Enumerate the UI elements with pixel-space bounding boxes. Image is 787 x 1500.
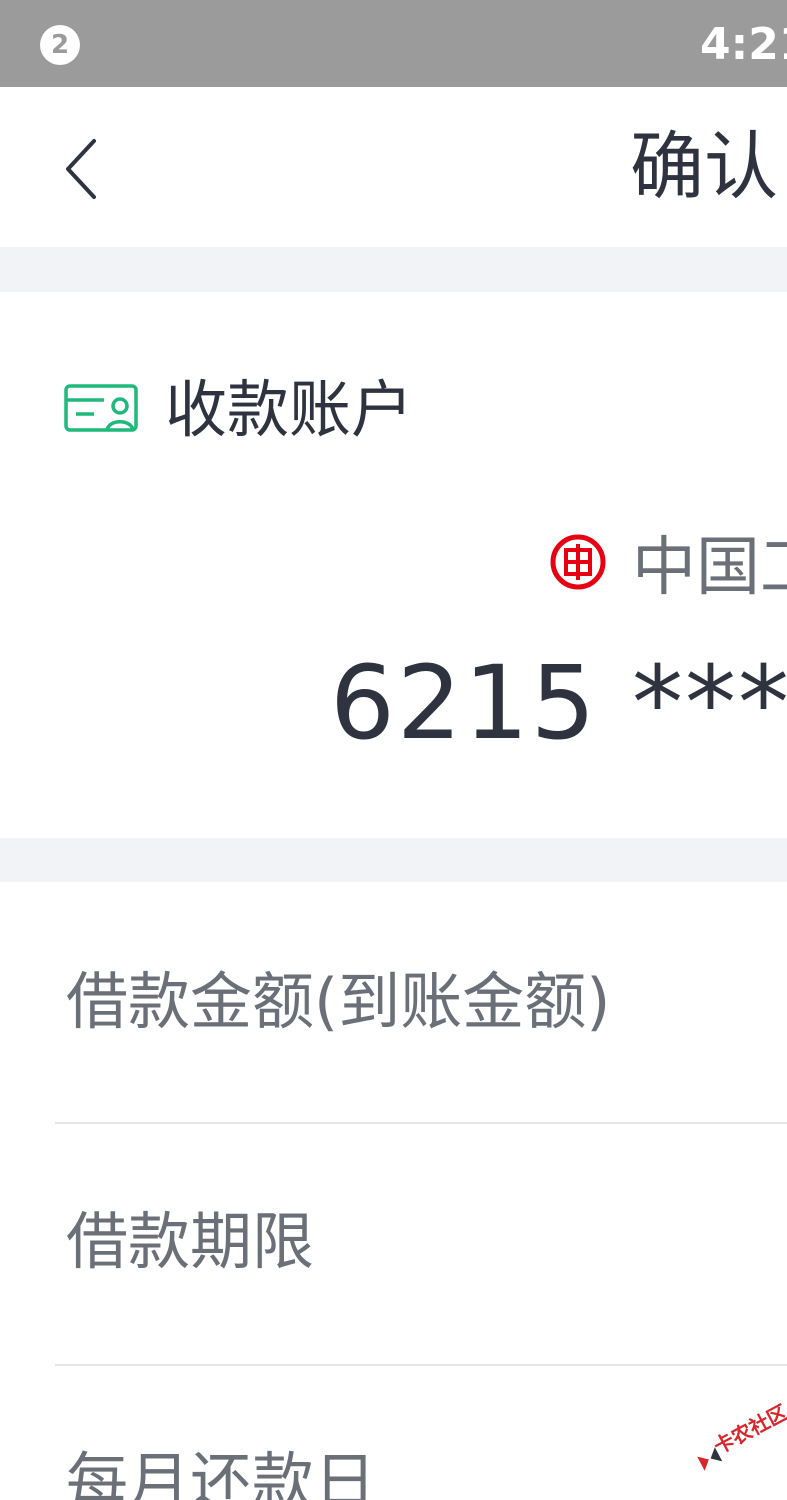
loan-details-list: 借款金额(到账金额) 借款期限 每月还款日: [0, 882, 787, 1500]
list-item-loan-term[interactable]: 借款期限: [0, 1122, 787, 1364]
list-item-label: 借款期限: [66, 1205, 315, 1278]
list-item-repayment-day[interactable]: 每月还款日: [0, 1364, 787, 1500]
screen: 2 4:21 确认 收款账户 中国工 6215 ****: [0, 0, 787, 1500]
bank-name: 中国工: [632, 531, 787, 605]
section-gap: [0, 247, 787, 292]
id-card-icon: [64, 384, 138, 432]
icbc-logo-icon: [550, 534, 606, 590]
receiving-account-section[interactable]: 收款账户 中国工 6215 ****: [0, 292, 787, 838]
notification-badge: 2: [40, 25, 80, 65]
chevron-left-icon: [66, 139, 96, 199]
list-item-label: 借款金额(到账金额): [66, 965, 611, 1038]
account-section-title: 收款账户: [165, 373, 414, 446]
section-gap: [0, 838, 787, 882]
page-title: 确认: [630, 124, 778, 210]
status-bar: 2 4:21: [0, 0, 787, 87]
nav-bar: 确认: [0, 87, 787, 247]
list-item-loan-amount[interactable]: 借款金额(到账金额): [0, 882, 787, 1122]
card-number: 6215 ****: [330, 644, 787, 763]
status-time: 4:21: [700, 19, 787, 70]
list-item-label: 每月还款日: [66, 1445, 377, 1500]
back-button[interactable]: [50, 127, 120, 207]
